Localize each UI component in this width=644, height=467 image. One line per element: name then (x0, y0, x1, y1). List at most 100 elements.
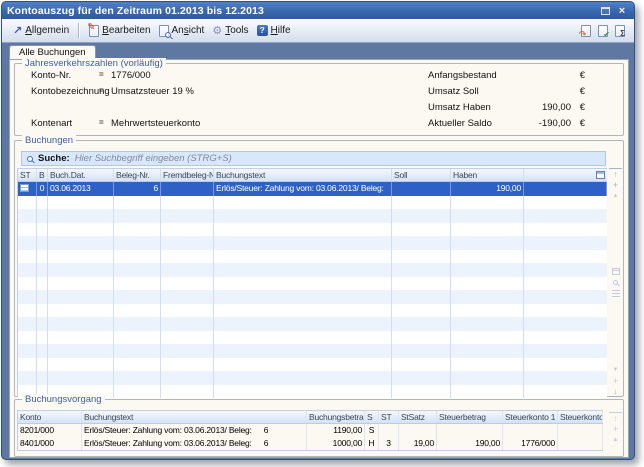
cell-empty (37, 371, 48, 385)
insert-icon[interactable] (609, 375, 622, 386)
table-row-empty[interactable] (18, 209, 607, 223)
cell-empty (161, 223, 214, 237)
table-row-empty[interactable] (18, 385, 607, 399)
col-buchungstext[interactable]: Buchungstext (82, 411, 307, 423)
scroll-down-icon[interactable] (609, 364, 622, 375)
col-buchungstext[interactable]: Buchungstext (214, 169, 392, 181)
cell-empty (161, 344, 214, 358)
doc-check-icon[interactable] (598, 25, 608, 37)
cell-empty (392, 317, 451, 331)
cell-empty (214, 358, 392, 372)
listview-icon[interactable] (609, 288, 622, 299)
cell-empty (18, 209, 37, 223)
cell-empty (214, 331, 392, 345)
table-row-empty[interactable] (18, 290, 607, 304)
cell-empty (392, 358, 451, 372)
cell-empty (18, 223, 37, 237)
scroll-up-icon[interactable] (609, 434, 622, 445)
table-row-empty[interactable] (18, 358, 607, 372)
help-icon (257, 25, 268, 36)
col-st[interactable]: ST (379, 411, 399, 423)
table-row-empty[interactable] (18, 371, 607, 385)
cell-empty (114, 385, 161, 399)
col-soll[interactable]: Soll (392, 169, 451, 181)
table-row-selected[interactable]: 0 03.06.2013 6 Erlös/Steuer: Zahlung vom… (18, 182, 607, 196)
menu-tools[interactable]: Tools (208, 23, 252, 38)
scroll-first-icon[interactable] (609, 168, 622, 179)
col-fremdbelegnr[interactable]: Fremdbeleg-Nr. (161, 169, 214, 181)
doc-refresh-icon[interactable] (581, 25, 591, 37)
scroll-first-icon[interactable] (609, 412, 622, 423)
table-row-empty[interactable] (18, 317, 607, 331)
col-st[interactable]: ST (18, 169, 37, 181)
cell-empty (37, 236, 48, 250)
menu-hilfe[interactable]: Hilfe (253, 23, 295, 38)
scroll-last-icon[interactable] (609, 386, 622, 397)
close-icon[interactable] (615, 5, 629, 17)
cell-empty (37, 250, 48, 264)
field-aktueller-saldo-value: -190,00 (461, 118, 571, 129)
cell-empty (18, 277, 37, 291)
toolbar-right-icons (581, 25, 627, 37)
table-row-empty[interactable] (18, 196, 607, 210)
table-row-empty[interactable] (18, 236, 607, 250)
cell-empty (214, 290, 392, 304)
col-stsatz[interactable]: StSatz (399, 411, 437, 423)
table-row-empty[interactable] (18, 344, 607, 358)
menu-ansicht[interactable]: Ansicht (155, 23, 209, 39)
cell-b: 0 (37, 182, 48, 196)
cell-empty (392, 277, 451, 291)
table-row-empty[interactable] (18, 277, 607, 291)
col-belegnr[interactable]: Beleg-Nr. (114, 169, 161, 181)
cell-empty (524, 277, 607, 291)
cardview-icon[interactable] (609, 266, 622, 277)
cell-empty (48, 331, 114, 345)
col-b[interactable]: B (37, 169, 48, 181)
insert-icon[interactable] (609, 423, 622, 434)
col-konto[interactable]: Konto (18, 411, 82, 423)
doc-sum-icon[interactable] (615, 25, 625, 37)
cell-empty (18, 263, 37, 277)
insert-icon[interactable] (609, 179, 622, 190)
cell-empty (524, 317, 607, 331)
tabstrip: Alle Buchungen (2, 43, 634, 59)
cell-empty (18, 236, 37, 250)
cell-empty (161, 236, 214, 250)
table-row-empty[interactable] (18, 223, 607, 237)
col-steuerkonto1[interactable]: Steuerkonto 1 (503, 411, 558, 423)
buchungsvorgang-table: Konto Buchungstext Buchungsbetrag S ST S… (17, 410, 603, 451)
cell-empty (524, 385, 607, 399)
search-icon (27, 156, 33, 162)
menu-tools-label: Tools (225, 25, 248, 36)
menu-bearbeiten[interactable]: Bearbeiten (85, 23, 154, 39)
cell-empty (48, 223, 114, 237)
search-input[interactable]: Suche: Hier Suchbegriff eingeben (STRG+S… (21, 151, 606, 166)
col-buchungsbetrag[interactable]: Buchungsbetrag (307, 411, 365, 423)
cell-empty (161, 385, 214, 399)
cell-empty (214, 250, 392, 264)
menubar-separator (78, 23, 80, 38)
cell-st (379, 424, 399, 437)
column-chooser-icon[interactable] (596, 171, 605, 179)
table-row-empty[interactable] (18, 250, 607, 264)
cell-konto: 8401/000 (18, 437, 82, 450)
cell-empty (114, 263, 161, 277)
table-row-empty[interactable] (18, 304, 607, 318)
menu-allgemein[interactable]: Allgemein (9, 23, 73, 38)
table-row-empty[interactable] (18, 263, 607, 277)
search-icon[interactable] (609, 277, 622, 288)
cell-empty (524, 209, 607, 223)
col-s[interactable]: S (365, 411, 379, 423)
maximize-restore-icon[interactable] (598, 5, 612, 17)
cell-steuerbetrag: 190,00 (437, 437, 503, 450)
cell-empty (392, 263, 451, 277)
table-row[interactable]: 8401/000 Erlös/Steuer: Zahlung vom: 03.0… (18, 437, 603, 450)
col-buchdat[interactable]: Buch.Dat. (48, 169, 114, 181)
scroll-up-icon[interactable] (609, 190, 622, 201)
table-row-empty[interactable] (18, 331, 607, 345)
col-steuerbetrag[interactable]: Steuerbetrag (437, 411, 503, 423)
group-jahresverkehrszahlen: Jahresverkehrszahlen (vorläufig) Konto-N… (14, 63, 624, 136)
col-steuerkonto2[interactable]: Steuerkonto 2 (558, 411, 603, 423)
table-row[interactable]: 8201/000 Erlös/Steuer: Zahlung vom: 03.0… (18, 424, 603, 437)
col-haben[interactable]: Haben (451, 169, 524, 181)
